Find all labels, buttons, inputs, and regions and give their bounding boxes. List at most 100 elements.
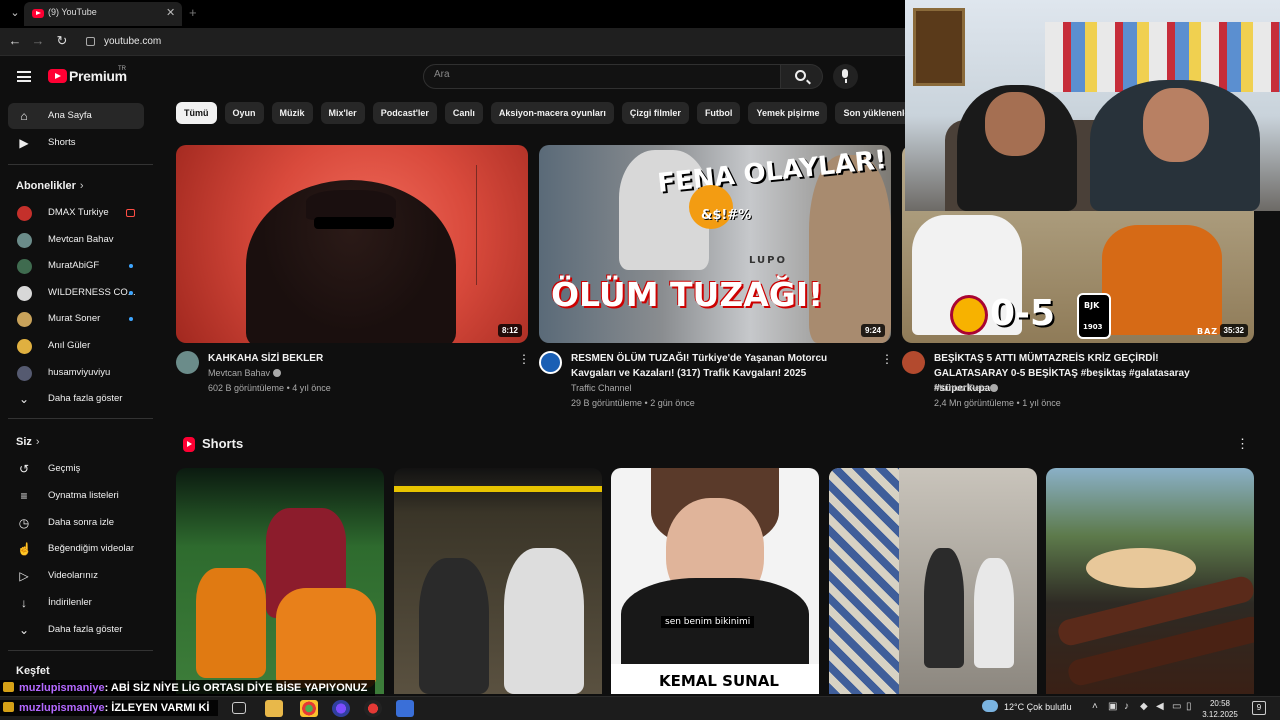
sidebar-subscription[interactable]: Murat Soner	[8, 306, 144, 332]
video-thumbnail[interactable]: 8:12	[176, 145, 528, 343]
video-title[interactable]: RESMEN ÖLÜM TUZAĞI! Türkiye'de Yaşanan M…	[571, 351, 871, 381]
chrome-icon[interactable]	[300, 700, 318, 717]
filter-chip[interactable]: Aksiyon-macera oyunları	[490, 102, 614, 124]
youtube-header: Premium TR	[0, 56, 905, 98]
sidebar-subscription[interactable]: Anıl Güler	[8, 333, 144, 359]
tray-expand-icon[interactable]: ˄	[1092, 701, 1098, 712]
sidebar-subscription[interactable]: MuratAbiGF	[8, 253, 144, 279]
new-tab-icon[interactable]: +	[189, 5, 197, 20]
short-caption: sen benim bikinimi	[661, 616, 755, 628]
sidebar-item[interactable]: ▷ Videolarınız	[8, 563, 144, 589]
reload-icon[interactable]: ↻	[54, 33, 70, 49]
notification-icon[interactable]: 9	[1252, 701, 1266, 715]
subscriptions-show-more[interactable]: ⌄ Daha fazla göster	[8, 386, 144, 412]
filter-chip[interactable]: Canlı	[444, 102, 483, 124]
obs-icon[interactable]	[332, 700, 350, 717]
video-duration: 9:24	[860, 324, 885, 337]
youtube-logo-icon[interactable]	[48, 69, 67, 83]
more-options-icon[interactable]: ⋮	[881, 352, 893, 366]
sidebar-item[interactable]: ⌄ Daha fazla göster	[8, 617, 144, 643]
clock-date: 3.12.2025	[1202, 710, 1238, 719]
filter-chip[interactable]: Müzik	[271, 102, 313, 124]
subscriptions-heading[interactable]: Abonelikler ›	[16, 180, 84, 192]
video-meta: 602 B görüntüleme • 4 yıl önce	[208, 383, 331, 393]
filter-chip[interactable]: Mix'ler	[320, 102, 365, 124]
app-window-icon[interactable]	[396, 700, 414, 717]
task-view-icon[interactable]	[232, 702, 246, 714]
power-line	[476, 165, 477, 285]
shorts-more-options-icon[interactable]: ⋮	[1236, 436, 1249, 452]
tray-app-icon[interactable]: ▣	[1108, 701, 1117, 712]
galatasaray-logo-icon	[950, 295, 988, 335]
url-text[interactable]: youtube.com	[104, 36, 161, 47]
channel-name[interactable]: Mevtcan Bahav	[208, 368, 282, 378]
video-thumbnail[interactable]: FENA OLAYLAR! &$!#% LUPO ÖLÜM TUZAĞI! 9:…	[539, 145, 891, 343]
you-heading[interactable]: Siz ›	[16, 436, 40, 448]
channel-avatar[interactable]	[902, 351, 925, 374]
system-clock[interactable]: 20:58 3.12.2025	[1200, 698, 1240, 720]
filter-chip[interactable]: Podcast'ler	[372, 102, 437, 124]
short-card[interactable]	[394, 468, 602, 694]
channel-avatar[interactable]	[539, 351, 562, 374]
filter-chip[interactable]: Oyun	[224, 102, 264, 124]
sidebar-item[interactable]: ◷ Daha sonra izle	[8, 510, 144, 536]
weather-icon[interactable]	[982, 700, 998, 712]
sidebar-item-shorts[interactable]: ▶ Shorts	[8, 130, 144, 156]
more-options-icon[interactable]: ⋮	[518, 352, 530, 366]
sidebar-subscription[interactable]: Mevtcan Bahav	[8, 227, 144, 253]
sidebar-item-label: husamviyuviyu	[48, 366, 111, 378]
site-info-icon[interactable]	[86, 37, 95, 46]
person-shape	[974, 558, 1014, 668]
sidebar-item-label: Beğendiğim videolar	[48, 543, 135, 555]
download-icon: ↓	[21, 596, 27, 610]
sidebar-subscription[interactable]: husamviyuviyu	[8, 360, 144, 386]
tray-app-icon[interactable]: ◆	[1140, 701, 1148, 712]
browser-tab[interactable]: (9) YouTube ✕	[24, 2, 182, 26]
filter-chip[interactable]: Tümü	[176, 102, 217, 124]
sidebar-item[interactable]: ≡ Oynatma listeleri	[8, 483, 144, 509]
weather-text[interactable]: 12°C Çok bulutlu	[1004, 702, 1072, 712]
sidebar-item-home[interactable]: ⌂ Ana Sayfa	[8, 103, 144, 129]
short-card[interactable]	[1046, 468, 1254, 694]
forward-arrow-icon[interactable]: →	[30, 33, 46, 48]
battery-icon[interactable]: ▯	[1186, 701, 1192, 712]
video-title[interactable]: KAHKAHA SİZİ BEKLER	[208, 351, 508, 366]
chat-username: muzlupismaniye	[19, 682, 105, 694]
short-card[interactable]: sen benim bikinimi KEMAL SUNAL	[611, 468, 819, 694]
tab-search-chevron-icon[interactable]: ⌄	[8, 6, 22, 20]
file-explorer-icon[interactable]	[265, 700, 283, 717]
sidebar-item[interactable]: ↓ İndirilenler	[8, 590, 144, 616]
channel-avatar[interactable]	[176, 351, 199, 374]
volume-icon[interactable]: ◀	[1156, 701, 1164, 712]
back-arrow-icon[interactable]: ←	[7, 33, 23, 48]
bread-shape	[1086, 548, 1196, 588]
tab-close-icon[interactable]: ✕	[166, 6, 175, 19]
sidebar-item-label: Daha fazla göster	[48, 623, 123, 635]
filter-chip[interactable]: Son yüklenenler	[835, 102, 906, 124]
app-icon[interactable]	[364, 700, 382, 717]
face-shape	[985, 92, 1045, 156]
sidebar-item[interactable]: ↺ Geçmiş	[8, 456, 144, 482]
filter-chip[interactable]: Futbol	[696, 102, 741, 124]
thumbnail-overlay-bottom: ÖLÜM TUZAĞI!	[551, 275, 824, 314]
short-card[interactable]	[176, 468, 384, 694]
channel-name[interactable]: Mümtaz Reis	[934, 383, 998, 393]
channel-name[interactable]: Traffic Channel	[571, 383, 632, 393]
channel-avatar	[17, 206, 32, 221]
address-bar: ← → ↻ youtube.com	[0, 28, 905, 56]
microphone-icon[interactable]: ♪	[1124, 701, 1129, 712]
new-content-dot	[129, 290, 133, 295]
filter-chip[interactable]: Çizgi filmler	[621, 102, 689, 124]
search-input[interactable]	[434, 69, 764, 80]
sidebar-subscription[interactable]: WILDERNESS CO...	[8, 280, 144, 306]
short-card[interactable]	[829, 468, 1037, 694]
sidebar-subscription[interactable]: DMAX Turkiye	[8, 200, 144, 226]
network-icon[interactable]: ▭	[1172, 701, 1181, 712]
search-box[interactable]	[423, 64, 781, 89]
menu-icon[interactable]	[17, 71, 31, 82]
chat-text: : İZLEYEN VARMI Kİ	[104, 702, 210, 714]
sidebar-item[interactable]: ☝ Beğendiğim videolar	[8, 536, 144, 562]
filter-chip[interactable]: Yemek pişirme	[748, 102, 828, 124]
search-button[interactable]	[781, 64, 823, 89]
voice-search-icon[interactable]	[833, 64, 858, 89]
